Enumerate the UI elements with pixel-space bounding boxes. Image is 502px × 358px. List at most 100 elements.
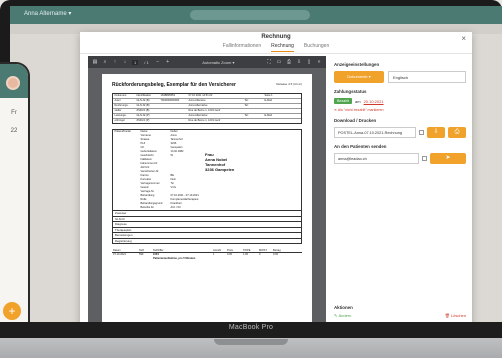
header-cell: Anna Alternative bbox=[188, 114, 208, 117]
header-cell: Rechnungs- bbox=[114, 104, 129, 107]
header-cell: Identifikation bbox=[136, 94, 152, 97]
download-heading: Download / Drucken bbox=[334, 118, 377, 123]
services-table-cell bbox=[242, 257, 258, 261]
services-column-header: Betrag bbox=[273, 249, 281, 252]
download-icon[interactable]: ⇩ bbox=[296, 59, 302, 65]
services-table-cell bbox=[226, 257, 242, 261]
status-badge: Bezahlt bbox=[334, 98, 352, 104]
arrow-up-icon[interactable]: ↑ bbox=[112, 59, 118, 65]
services-table-cell bbox=[258, 257, 272, 261]
header-cell: Autor bbox=[114, 99, 121, 102]
document-section-label: Registrierung bbox=[112, 238, 302, 244]
services-column-header: Preis bbox=[227, 249, 233, 252]
header-cell: erbringer bbox=[114, 119, 125, 122]
document-type-dropdown[interactable]: Dokumente ▾ bbox=[334, 71, 384, 83]
avatar[interactable] bbox=[6, 76, 20, 90]
print-icon[interactable]: ⎙ bbox=[286, 59, 292, 65]
header-cell bbox=[243, 109, 263, 113]
services-column-header: Tarifziffer bbox=[153, 249, 164, 252]
header-cell: 07.10.2021 14:51:22 bbox=[188, 94, 213, 97]
phone-device: Fr 22 + Inbox Einstellungen Profil bbox=[0, 62, 30, 358]
invoice-modal: Rechnung × Fallinformationen Rechnung Bu… bbox=[80, 32, 472, 322]
modal-title: Rechnung bbox=[261, 34, 291, 40]
phone-date[interactable]: 22 bbox=[0, 128, 28, 134]
edit-button[interactable]: ✎ Ändern bbox=[334, 313, 351, 318]
header-cell bbox=[159, 104, 187, 108]
filename-field[interactable]: POSTEL-Anna-07.10.2021-Rechnung bbox=[334, 127, 416, 138]
page-number-input[interactable]: 1 bbox=[132, 59, 139, 65]
header-cell: 1638806553 bbox=[160, 94, 175, 97]
header-cell bbox=[159, 114, 187, 118]
services-column-header: Tarif bbox=[139, 249, 144, 252]
email-field[interactable]: anna@leadao.ch bbox=[334, 153, 419, 164]
status-on-label: am bbox=[355, 98, 361, 104]
app-search-bar[interactable] bbox=[190, 10, 310, 20]
mark-unpaid-link[interactable]: ✕ Als "nicht bezahlt" markieren bbox=[334, 108, 466, 112]
delete-button[interactable]: 🗑 Löschen bbox=[445, 313, 466, 318]
bookmark-icon[interactable]: ▯ bbox=[306, 59, 312, 65]
services-column-header: Datum bbox=[113, 249, 121, 252]
zoom-in-icon[interactable]: + bbox=[165, 59, 171, 65]
open-file-icon[interactable]: ▭ bbox=[276, 59, 282, 65]
actions-heading: Aktionen bbox=[334, 305, 353, 310]
sidebar-toggle-icon[interactable]: ▤ bbox=[92, 59, 98, 65]
header-cell: Rue de Berne 1, 1201 Genf bbox=[188, 109, 221, 112]
close-icon[interactable]: × bbox=[461, 34, 466, 43]
header-cell bbox=[263, 104, 283, 108]
header-cell bbox=[263, 109, 283, 113]
app-header: Anna Altername ▾ bbox=[10, 6, 502, 24]
laptop-brand-label: MacBook Pro bbox=[228, 324, 274, 331]
laptop-screen: Anna Altername ▾ Rechnung × Fallinformat… bbox=[10, 6, 502, 322]
header-cell: ZSR-Nr.(B) bbox=[136, 109, 150, 112]
zoom-select[interactable]: Automatic Zoom ▾ bbox=[202, 60, 234, 65]
download-button[interactable]: ⇩ bbox=[427, 127, 445, 138]
search-icon[interactable]: ⌕ bbox=[102, 59, 108, 65]
header-cell: Rue de Berne 1, 1201 Genf bbox=[188, 119, 221, 122]
tab-buchungen[interactable]: Buchungen bbox=[304, 43, 329, 52]
more-tools-icon[interactable]: » bbox=[316, 59, 322, 65]
language-select[interactable]: Englisch bbox=[388, 71, 466, 83]
email-checkbox[interactable] bbox=[422, 156, 427, 161]
app-user-menu[interactable]: Anna Altername ▾ bbox=[24, 10, 71, 17]
payment-status-heading: Zahlungsstatus bbox=[334, 89, 367, 94]
add-button[interactable]: + bbox=[3, 302, 21, 320]
header-cell: 7600000000000 bbox=[160, 99, 180, 102]
services-table-cell: Patientenaufnahme, pro 5 Minuten bbox=[153, 257, 196, 260]
send-button[interactable]: ➤ bbox=[430, 153, 466, 164]
payment-date-link[interactable]: 20.10.2021 bbox=[364, 99, 384, 104]
header-cell: E-Mail bbox=[264, 99, 272, 102]
header-cell: Leistungs- bbox=[114, 114, 127, 117]
header-cell: Seite 1 bbox=[264, 94, 273, 97]
tab-fallinformationen[interactable]: Fallinformationen bbox=[223, 43, 261, 52]
invoice-side-panel: Anzeigeeinstellungen Dokumente ▾ Englisc… bbox=[334, 56, 466, 322]
header-cell: Anna Alterame bbox=[188, 99, 206, 102]
modal-header: Rechnung × Fallinformationen Rechnung Bu… bbox=[80, 32, 472, 54]
pdf-toolbar: ▤ ⌕ ↑ ↓ 1 / 1 − + Automatic Zoom ▾ ⛶ ▭ ⎙… bbox=[88, 56, 326, 68]
payment-status: Bezahlt am 20.10.2021 bbox=[334, 98, 466, 104]
actions-section: Aktionen ✎ Ändern 🗑 Löschen bbox=[334, 299, 466, 318]
services-column-header: Anzahl bbox=[213, 249, 221, 252]
header-cell: ZSR-Nr.(P) bbox=[136, 119, 150, 122]
header-cell: E-Mail bbox=[264, 114, 272, 117]
zoom-out-icon[interactable]: − bbox=[155, 59, 161, 65]
services-column-header: MWST bbox=[259, 249, 267, 252]
filename-checkbox[interactable] bbox=[419, 130, 424, 135]
recipient-address: Frau Anna Nobel Tannenhof 3236 Gampelen bbox=[205, 152, 234, 172]
header-cell: GLN-Nr.(B) bbox=[136, 99, 150, 102]
header-cell: Anna Alternative bbox=[188, 104, 208, 107]
document-release: Release 4.5 (Cir.tc) bbox=[276, 82, 302, 86]
recipient-line: 3236 Gampelen bbox=[205, 167, 235, 172]
send-heading: An den Patienten senden bbox=[334, 144, 387, 149]
header-cell: steller bbox=[114, 109, 122, 112]
header-cell: Tel: bbox=[244, 99, 249, 102]
download-icon: ⇩ bbox=[433, 129, 439, 135]
send-icon: ➤ bbox=[445, 155, 451, 161]
presentation-icon[interactable]: ⛶ bbox=[266, 59, 272, 65]
print-icon: ⎙ bbox=[454, 129, 460, 135]
tab-rechnung[interactable]: Rechnung bbox=[271, 43, 294, 52]
arrow-down-icon[interactable]: ↓ bbox=[122, 59, 128, 65]
page-total: / 1 bbox=[144, 59, 149, 65]
patient-field-value: Arzt / Ort bbox=[170, 206, 181, 209]
print-button[interactable]: ⎙ bbox=[448, 127, 466, 138]
modal-tabs: Fallinformationen Rechnung Buchungen bbox=[80, 43, 472, 52]
